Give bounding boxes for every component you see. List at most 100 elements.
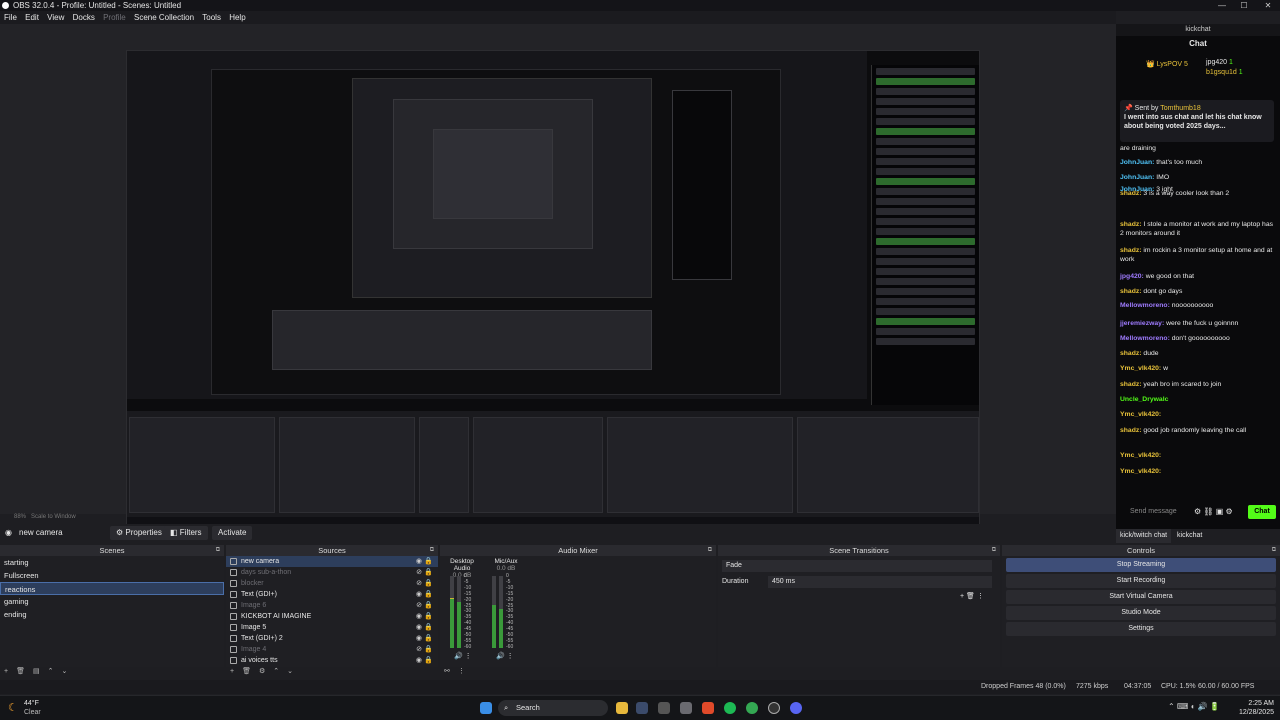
visibility-icon[interactable]: ◉ [416,556,422,567]
remove-icon[interactable]: 🗑 [242,668,251,675]
visibility-icon[interactable]: ◉ [416,633,422,644]
chrome-icon[interactable] [746,702,758,714]
lock-icon[interactable]: 🔒 [424,578,433,589]
lock-icon[interactable]: 🔒 [424,600,433,611]
start-icon[interactable] [480,702,492,714]
hidden-icon[interactable]: ⊘ [416,578,422,589]
scene-item[interactable]: gaming [0,595,224,608]
link-icon[interactable]: ⚯ [444,668,450,675]
settings-icon[interactable] [680,702,692,714]
preview-canvas[interactable] [126,50,980,534]
menu-profile[interactable]: Profile [103,11,126,24]
spotify-icon[interactable] [724,702,736,714]
start-virtual-camera-button[interactable]: Start Virtual Camera [1006,590,1276,604]
source-item[interactable]: blocker ⊘ 🔒 [226,578,438,589]
tray-icons[interactable]: ⌃ ⌨ ◐ 🔊 🔋 [1168,702,1220,711]
scene-item[interactable]: ending [0,608,224,621]
menu-icon[interactable]: ⋮ [458,668,465,675]
maximize-button[interactable]: ☐ [1234,0,1254,11]
add-icon[interactable]: + [230,668,234,675]
menu-edit[interactable]: Edit [25,11,39,24]
preview-area[interactable] [0,24,1116,534]
menu-help[interactable]: Help [229,11,245,24]
visibility-icon[interactable]: ◉ [416,622,422,633]
source-item[interactable]: Text (GDI+) 2 ◉ 🔒 [226,633,438,644]
filters-button[interactable]: ◧ Filters [164,526,208,540]
discord-icon[interactable] [790,702,802,714]
tab-kick-twitch-chat[interactable]: kick/twitch chat [1116,529,1172,543]
close-button[interactable]: ✕ [1258,0,1278,11]
activate-button[interactable]: Activate [212,526,253,540]
scene-item[interactable]: starting [0,556,224,569]
lock-icon[interactable]: 🔒 [424,589,433,600]
weather-widget[interactable]: 44°F Clear [24,699,41,717]
remove-icon[interactable]: 🗑 [16,668,25,675]
minimize-button[interactable]: — [1212,0,1232,11]
brave-icon[interactable] [702,702,714,714]
stop-streaming-button[interactable]: Stop Streaming [1006,558,1276,572]
move-up-icon[interactable]: ⌃ [48,668,54,675]
source-item[interactable]: ai voices tts ◉ 🔒 [226,655,438,666]
menu-tools[interactable]: Tools [202,11,221,24]
source-item[interactable]: Image 6 ⊘ 🔒 [226,600,438,611]
chat-send-button[interactable]: Chat [1248,505,1276,519]
source-item[interactable]: Text (GDI+) ◉ 🔒 [226,589,438,600]
start-recording-button[interactable]: Start Recording [1006,574,1276,588]
dock-settings-icon[interactable]: ⧉ [1272,545,1276,556]
lock-icon[interactable]: 🔒 [424,644,433,655]
gear-icon[interactable]: ⚙ [259,668,265,675]
tab-kickchat[interactable]: kickchat [1173,529,1206,543]
visibility-icon[interactable]: ◉ [416,655,422,666]
add-transition-icon[interactable]: + 🗑 ⋮ [960,592,984,600]
dock-settings-icon[interactable]: ⧉ [430,545,434,556]
obs-icon[interactable] [768,702,780,714]
app-icon[interactable] [636,702,648,714]
filter-icon[interactable]: ▤ [33,668,40,675]
lock-icon[interactable]: 🔒 [424,622,433,633]
add-icon[interactable]: + [4,668,8,675]
source-item[interactable]: days sub-a-thon ⊘ 🔒 [226,567,438,578]
source-item-selected[interactable]: new camera ◉ 🔒 [226,556,438,567]
scene-item[interactable]: Fullscreen [0,569,224,582]
visibility-icon[interactable]: ◉ [416,611,422,622]
pinned-message[interactable]: 📌 Sent by Tomthumb18 I went into sus cha… [1120,100,1274,142]
source-item[interactable]: Image 5 ◉ 🔒 [226,622,438,633]
lock-icon[interactable]: 🔒 [424,633,433,644]
emote-icon[interactable]: ⚙ ⛓ ▣ ⚙ [1194,507,1233,516]
move-down-icon[interactable]: ⌄ [287,668,293,675]
taskbar-search[interactable]: ⌕ Search [498,700,608,716]
transition-select[interactable]: Fade [722,560,992,572]
menu-docks[interactable]: Docks [73,11,95,24]
move-down-icon[interactable]: ⌄ [61,668,67,675]
menu-file[interactable]: File [4,11,17,24]
move-up-icon[interactable]: ⌃ [273,668,279,675]
menu-scene-collection[interactable]: Scene Collection [134,11,194,24]
scenes-list: starting Fullscreen reactions gaming end… [0,556,224,667]
lock-icon[interactable]: 🔒 [424,556,433,567]
hidden-icon[interactable]: ⊘ [416,567,422,578]
top-gifter-3: b1gsqu1d 1 [1206,69,1243,76]
taskbar-clock[interactable]: 2:25 AM 12/28/2025 [1239,699,1274,717]
source-item[interactable]: Image 4 ⊘ 🔒 [226,644,438,655]
duration-input[interactable]: 450 ms [768,576,992,588]
hidden-icon[interactable]: ⊘ [416,600,422,611]
dock-settings-icon[interactable]: ⧉ [216,545,220,556]
source-item[interactable]: KICKBOT AI IMAGINE ◉ 🔒 [226,611,438,622]
dock-settings-icon[interactable]: ⧉ [708,545,712,556]
menu-view[interactable]: View [47,11,64,24]
lock-icon[interactable]: 🔒 [424,567,433,578]
hidden-icon[interactable]: ⊘ [416,644,422,655]
mic-volume-icon[interactable]: 🔊 ⋮ [496,652,514,660]
lock-icon[interactable]: 🔒 [424,655,433,666]
visibility-icon[interactable]: ◉ [416,589,422,600]
dock-settings-icon[interactable]: ⧉ [992,545,996,556]
properties-button[interactable]: ⚙ Properties [110,526,168,540]
app-icon[interactable] [658,702,670,714]
lock-icon[interactable]: 🔒 [424,611,433,622]
studio-mode-button[interactable]: Studio Mode [1006,606,1276,620]
desktop-volume-icon[interactable]: 🔊 ⋮ [454,652,472,660]
settings-button[interactable]: Settings [1006,622,1276,636]
file-explorer-icon[interactable] [616,702,628,714]
chat-input[interactable]: Send message [1130,508,1177,515]
scene-item-selected[interactable]: reactions [0,582,224,595]
